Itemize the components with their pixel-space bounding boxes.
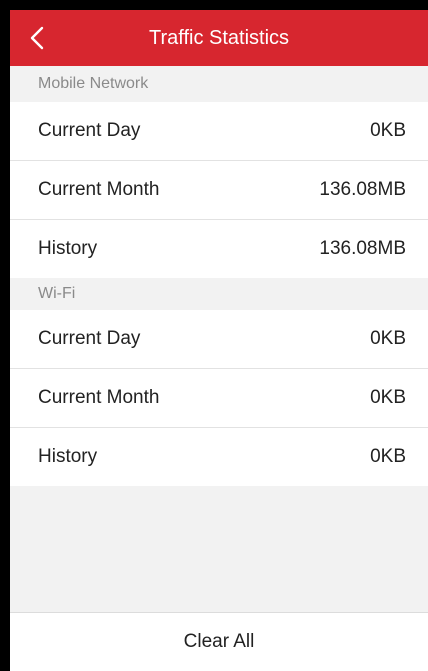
row-value: 0KB [370, 328, 406, 349]
row-value: 136.08MB [319, 238, 406, 259]
app-header: Traffic Statistics [10, 10, 428, 66]
mobile-network-list: Current Day 0KB Current Month 136.08MB H… [10, 102, 428, 278]
wifi-list: Current Day 0KB Current Month 0KB Histor… [10, 310, 428, 486]
row-label: Current Day [38, 120, 141, 141]
list-item-wifi-current-day[interactable]: Current Day 0KB [10, 310, 428, 369]
list-item-wifi-history[interactable]: History 0KB [10, 428, 428, 486]
clear-all-button[interactable]: Clear All [10, 612, 428, 671]
row-label: Current Month [38, 179, 160, 200]
list-item-mobile-current-day[interactable]: Current Day 0KB [10, 102, 428, 161]
row-label: Current Month [38, 387, 160, 408]
row-label: Current Day [38, 328, 141, 349]
row-value: 0KB [370, 387, 406, 408]
section-header-wifi: Wi-Fi [10, 278, 428, 310]
list-item-wifi-current-month[interactable]: Current Month 0KB [10, 369, 428, 428]
row-label: History [38, 446, 98, 467]
device-frame: Traffic Statistics Mobile Network Curren… [0, 0, 428, 671]
row-label: History [38, 238, 98, 259]
screen: Traffic Statistics Mobile Network Curren… [10, 10, 428, 671]
row-value: 0KB [370, 120, 406, 141]
row-value: 136.08MB [319, 179, 406, 200]
row-value: 0KB [370, 446, 406, 467]
page-title: Traffic Statistics [148, 27, 290, 49]
list-item-mobile-history[interactable]: History 136.08MB [10, 220, 428, 278]
section-header-mobile-network: Mobile Network [10, 66, 428, 102]
list-item-mobile-current-month[interactable]: Current Month 136.08MB [10, 161, 428, 220]
